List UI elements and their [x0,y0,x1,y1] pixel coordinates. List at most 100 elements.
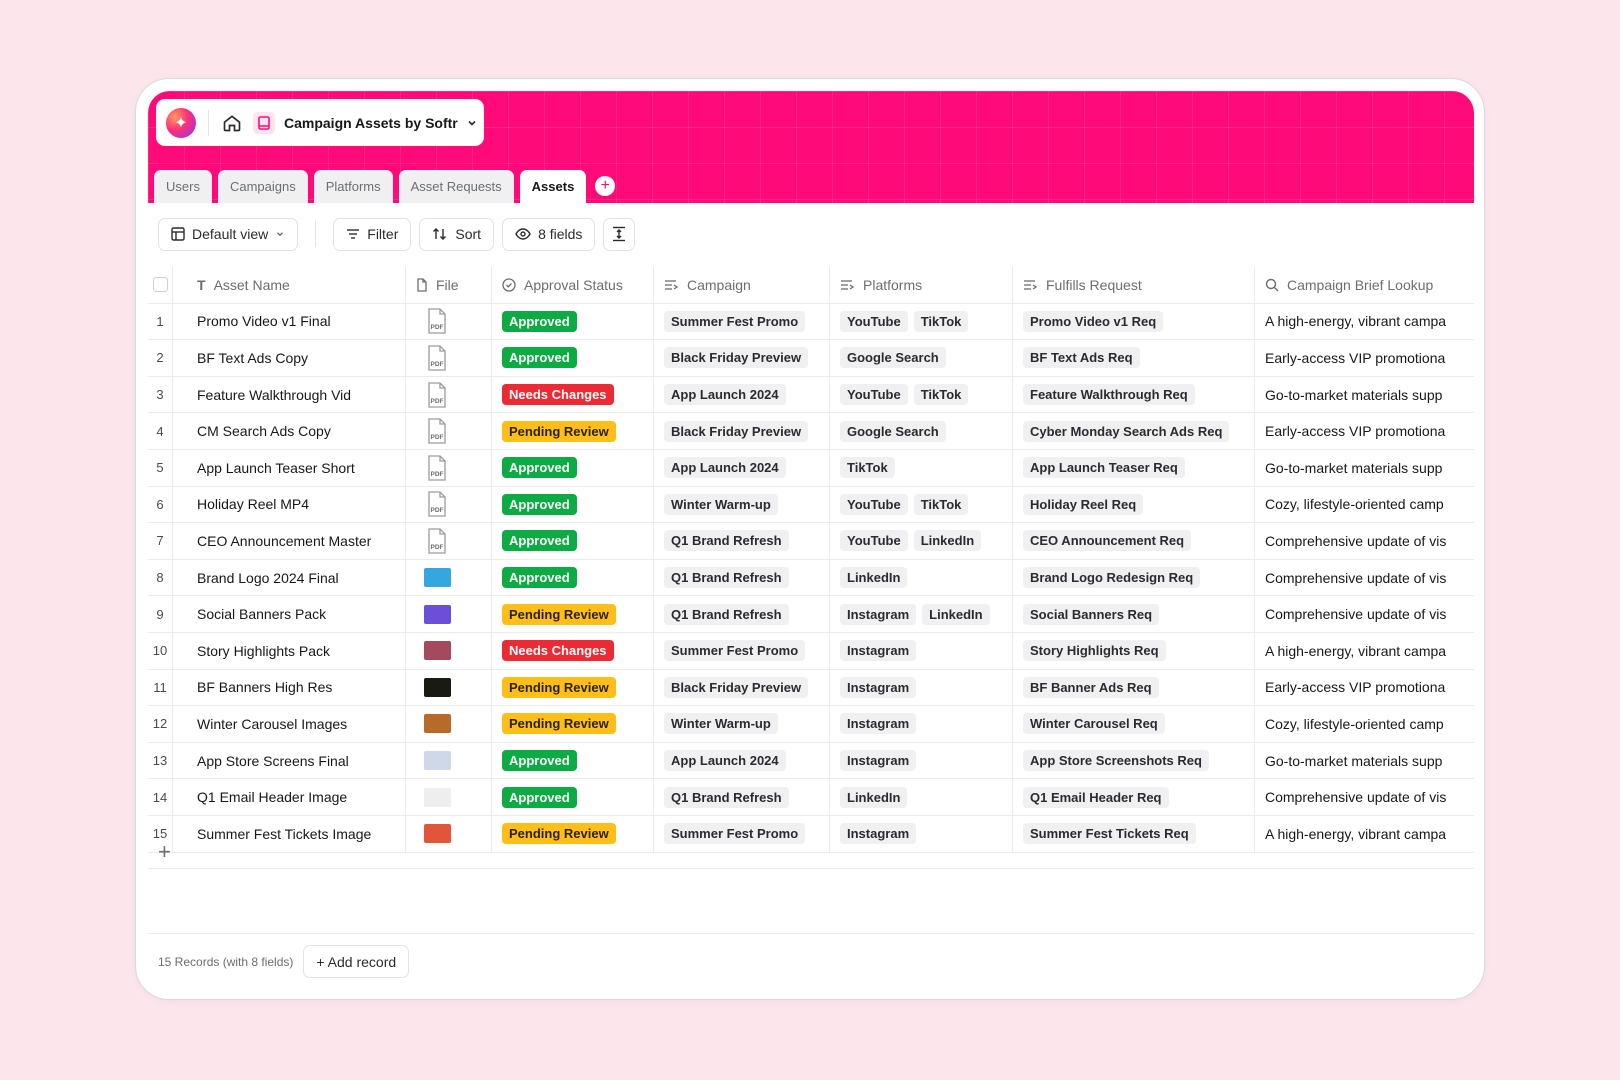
platforms-cell[interactable]: Google Search [830,413,1013,449]
approval-status-cell[interactable]: Pending Review [492,669,654,706]
fulfills-request-cell[interactable]: App Launch Teaser Req [1013,450,1255,486]
asset-name-cell[interactable]: Holiday Reel MP4 [173,486,406,523]
approval-status-cell[interactable]: Approved [492,779,654,815]
asset-name-cell[interactable]: App Store Screens Final [173,742,406,779]
fulfills-request-cell[interactable]: Holiday Reel Req [1013,486,1255,523]
pdf-file-icon[interactable]: PDF [426,418,448,444]
table-row[interactable]: 2 BF Text Ads Copy PDF Approved Black Friday… [148,340,1474,377]
fulfills-request-cell[interactable]: Story Highlights Req [1013,633,1255,669]
table-row[interactable]: 3 Feature Walkthrough Vid PDF Needs Changes… [148,376,1474,414]
add-record-button[interactable]: + Add record [303,945,410,978]
col-asset-name[interactable]: T Asset Name [173,267,406,303]
platforms-cell[interactable]: LinkedIn [830,559,1013,596]
platforms-cell[interactable]: LinkedIn [830,779,1013,815]
plus-icon[interactable]: + [158,841,171,863]
add-tab-plus-icon[interactable]: + [595,176,616,196]
col-fulfills-request[interactable]: Fulfills Request [1013,267,1255,303]
fulfills-request-cell[interactable]: BF Text Ads Req [1013,340,1255,376]
tab-asset-requests[interactable]: Asset Requests [398,170,514,203]
pdf-file-icon[interactable]: PDF [426,381,448,408]
campaign-brief-cell[interactable]: A high-energy, vibrant campa [1255,304,1474,340]
app-title[interactable]: Campaign Assets by Softr [284,115,458,131]
pdf-file-icon[interactable]: PDF [426,345,448,371]
image-thumbnail[interactable] [424,604,451,624]
campaign-cell[interactable]: Q1 Brand Refresh [654,596,830,632]
campaign-brief-cell[interactable]: Comprehensive update of vis [1255,560,1474,596]
asset-name-cell[interactable]: CEO Announcement Master [173,523,406,559]
campaign-brief-cell[interactable]: Go-to-market materials supp [1255,450,1474,486]
platforms-cell[interactable]: Instagram [830,633,1013,669]
fulfills-request-cell[interactable]: CEO Announcement Req [1013,523,1255,559]
file-cell[interactable] [406,706,492,742]
campaign-brief-cell[interactable]: Comprehensive update of vis [1255,523,1474,559]
fulfills-request-cell[interactable]: Feature Walkthrough Req [1013,376,1255,413]
approval-status-cell[interactable]: Approved [492,559,654,596]
file-cell[interactable] [406,596,492,632]
pdf-file-icon[interactable]: PDF [426,528,448,554]
table-row[interactable]: 1 Promo Video v1 Final PDF Approved Summer F… [148,303,1474,341]
image-thumbnail[interactable] [424,641,451,661]
tab-assets[interactable]: Assets [519,170,587,203]
file-cell[interactable] [406,559,492,596]
campaign-brief-cell[interactable]: Cozy, lifestyle-oriented camp [1255,487,1474,523]
file-cell[interactable]: PDF [406,486,492,523]
campaign-brief-cell[interactable]: Go-to-market materials supp [1255,377,1474,413]
fulfills-request-cell[interactable]: Social Banners Req [1013,596,1255,632]
table-row[interactable]: 12 Winter Carousel Images Pending Review Wi… [148,706,1474,743]
campaign-cell[interactable]: App Launch 2024 [654,450,830,486]
add-row[interactable]: + [148,835,1474,869]
table-row[interactable]: 4 CM Search Ads Copy PDF Pending Review Blac… [148,413,1474,450]
approval-status-cell[interactable]: Approved [492,523,654,559]
col-campaign-brief-lookup[interactable]: Campaign Brief Lookup [1255,267,1474,303]
table-row[interactable]: 5 App Launch Teaser Short PDF Approved App L… [148,450,1474,487]
platforms-cell[interactable]: Instagram [830,742,1013,779]
campaign-brief-cell[interactable]: Early-access VIP promotiona [1255,340,1474,376]
table-row[interactable]: 14 Q1 Email Header Image Approved Q1 Brand … [148,779,1474,816]
image-thumbnail[interactable] [424,568,451,588]
image-thumbnail[interactable] [424,751,451,771]
image-thumbnail[interactable] [424,677,451,697]
campaign-cell[interactable]: App Launch 2024 [654,742,830,779]
asset-name-cell[interactable]: BF Text Ads Copy [173,340,406,376]
campaign-brief-cell[interactable]: Early-access VIP promotiona [1255,413,1474,449]
campaign-cell[interactable]: Summer Fest Promo [654,303,830,340]
approval-status-cell[interactable]: Approved [492,486,654,523]
campaign-cell[interactable]: Black Friday Preview [654,413,830,449]
platforms-cell[interactable]: YouTube TikTok [830,376,1013,413]
pdf-file-icon[interactable]: PDF [426,455,448,481]
approval-status-cell[interactable]: Approved [492,742,654,779]
file-cell[interactable]: PDF [406,376,492,413]
campaign-cell[interactable]: Black Friday Preview [654,669,830,706]
filter-button[interactable]: Filter [333,217,412,251]
file-cell[interactable]: PDF [406,303,492,340]
col-platforms[interactable]: Platforms [830,267,1013,303]
tab-platforms[interactable]: Platforms [313,170,393,203]
platforms-cell[interactable]: YouTube LinkedIn [830,523,1013,559]
asset-name-cell[interactable]: Promo Video v1 Final [173,303,406,340]
approval-status-cell[interactable]: Approved [492,303,654,340]
platforms-cell[interactable]: Instagram [830,706,1013,742]
fulfills-request-cell[interactable]: BF Banner Ads Req [1013,669,1255,706]
home-icon[interactable] [219,110,245,136]
file-cell[interactable] [406,742,492,779]
tab-users[interactable]: Users [154,170,212,203]
table-row[interactable]: 9 Social Banners Pack Pending Review Q1 Bra… [148,596,1474,633]
approval-status-cell[interactable]: Approved [492,340,654,376]
fields-button[interactable]: 8 fields [502,217,596,251]
platforms-cell[interactable]: YouTube TikTok [830,303,1013,340]
approval-status-cell[interactable]: Pending Review [492,706,654,742]
table-row[interactable]: 13 App Store Screens Final Approved App Lau… [148,742,1474,780]
table-row[interactable]: 6 Holiday Reel MP4 PDF Approved Winter Warm-… [148,486,1474,524]
image-thumbnail[interactable] [424,787,451,807]
campaign-cell[interactable]: Black Friday Preview [654,340,830,376]
campaign-brief-cell[interactable]: Early-access VIP promotiona [1255,670,1474,706]
campaign-brief-cell[interactable]: Comprehensive update of vis [1255,596,1474,632]
platforms-cell[interactable]: Instagram [830,669,1013,706]
approval-status-cell[interactable]: Pending Review [492,413,654,449]
asset-name-cell[interactable]: App Launch Teaser Short [173,450,406,486]
fulfills-request-cell[interactable]: Cyber Monday Search Ads Req [1013,413,1255,449]
asset-name-cell[interactable]: Q1 Email Header Image [173,779,406,815]
campaign-cell[interactable]: Summer Fest Promo [654,633,830,669]
asset-name-cell[interactable]: Social Banners Pack [173,596,406,632]
sparkle-logo-icon[interactable]: ✦ [166,107,196,138]
